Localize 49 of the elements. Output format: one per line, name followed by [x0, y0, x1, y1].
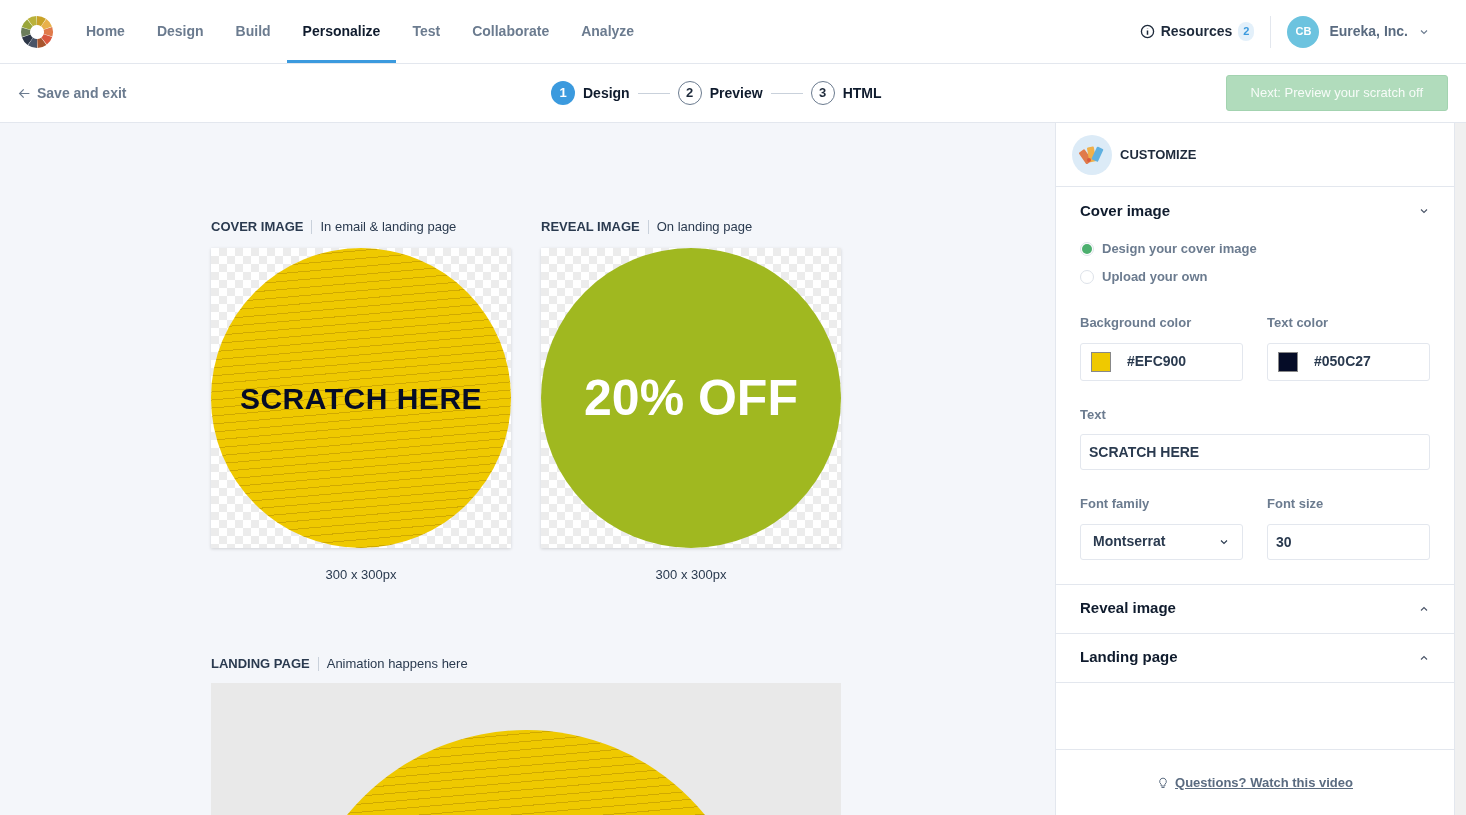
scratch-cover-circle[interactable]: SCRATCH HERE [211, 248, 511, 548]
step-tab[interactable]: 2 Preview [677, 81, 763, 105]
size-caption: 300 x 300px [325, 566, 397, 584]
field-label: Font family [1080, 495, 1151, 513]
accordion-header[interactable]: Reveal image [1056, 584, 1454, 633]
section-caption: On landing page [656, 218, 753, 237]
field-label: Font size [1267, 495, 1325, 513]
color-field[interactable]: #EFC900 [1080, 342, 1243, 381]
save-exit-link[interactable]: Save and exit [18, 82, 127, 104]
color-field[interactable]: #050C27 [1267, 342, 1430, 381]
step-tab[interactable]: 1 Design [551, 81, 630, 105]
field-label: Text [1080, 405, 1107, 424]
nav-tab[interactable]: Collaborate [456, 3, 566, 63]
logo-icon [20, 14, 54, 49]
radio-option[interactable]: Upload your own [1080, 263, 1430, 291]
section-caption: In email & landing page [320, 218, 457, 237]
cover-text: SCRATCH HERE [239, 380, 483, 417]
scrollbar[interactable] [1455, 123, 1466, 815]
nav-tab[interactable]: Test [396, 3, 457, 63]
section-label: REVEAL IMAGE [541, 218, 640, 237]
section-label: LANDING PAGE [211, 654, 310, 673]
font-family-select[interactable]: Montserrat [1080, 523, 1243, 560]
accordion-header[interactable]: Landing page [1056, 633, 1454, 682]
count-badge: 2 [1238, 22, 1255, 41]
swatch-icon [1072, 134, 1112, 175]
radio-option[interactable]: Design your cover image [1080, 235, 1430, 263]
text-input[interactable]: SCRATCH HERE [1080, 434, 1430, 470]
avatar: CB [1287, 15, 1320, 48]
field-label: Text color [1267, 314, 1330, 332]
account-menu[interactable]: CB Eureka, Inc. [1287, 15, 1430, 48]
nav-tab[interactable]: Build [219, 3, 287, 63]
resources-link[interactable]: Resources 2 [1139, 21, 1255, 42]
nav-tab[interactable]: Home [70, 3, 141, 63]
panel-title: CUSTOMIZE [1120, 145, 1197, 164]
font-size-input[interactable]: 30 [1267, 523, 1430, 560]
field-label: Background color [1080, 314, 1193, 332]
nav-tab[interactable]: Personalize [286, 3, 397, 63]
nav-tab[interactable]: Analyze [565, 3, 651, 63]
section-label: COVER IMAGE [211, 218, 304, 237]
step-tab[interactable]: 3 HTML [810, 81, 882, 105]
help-video-link[interactable]: Questions? Watch this video [1157, 772, 1353, 793]
accordion-header[interactable]: Cover image [1056, 187, 1454, 235]
reveal-text: 20% OFF [584, 368, 798, 428]
size-caption: 300 x 300px [655, 566, 727, 584]
lightbulb-icon [1157, 775, 1170, 790]
section-caption: Animation happens here [326, 654, 468, 673]
nav-tab[interactable]: Design [140, 3, 220, 63]
info-icon [1139, 24, 1155, 39]
arrow-left-icon [18, 86, 31, 100]
